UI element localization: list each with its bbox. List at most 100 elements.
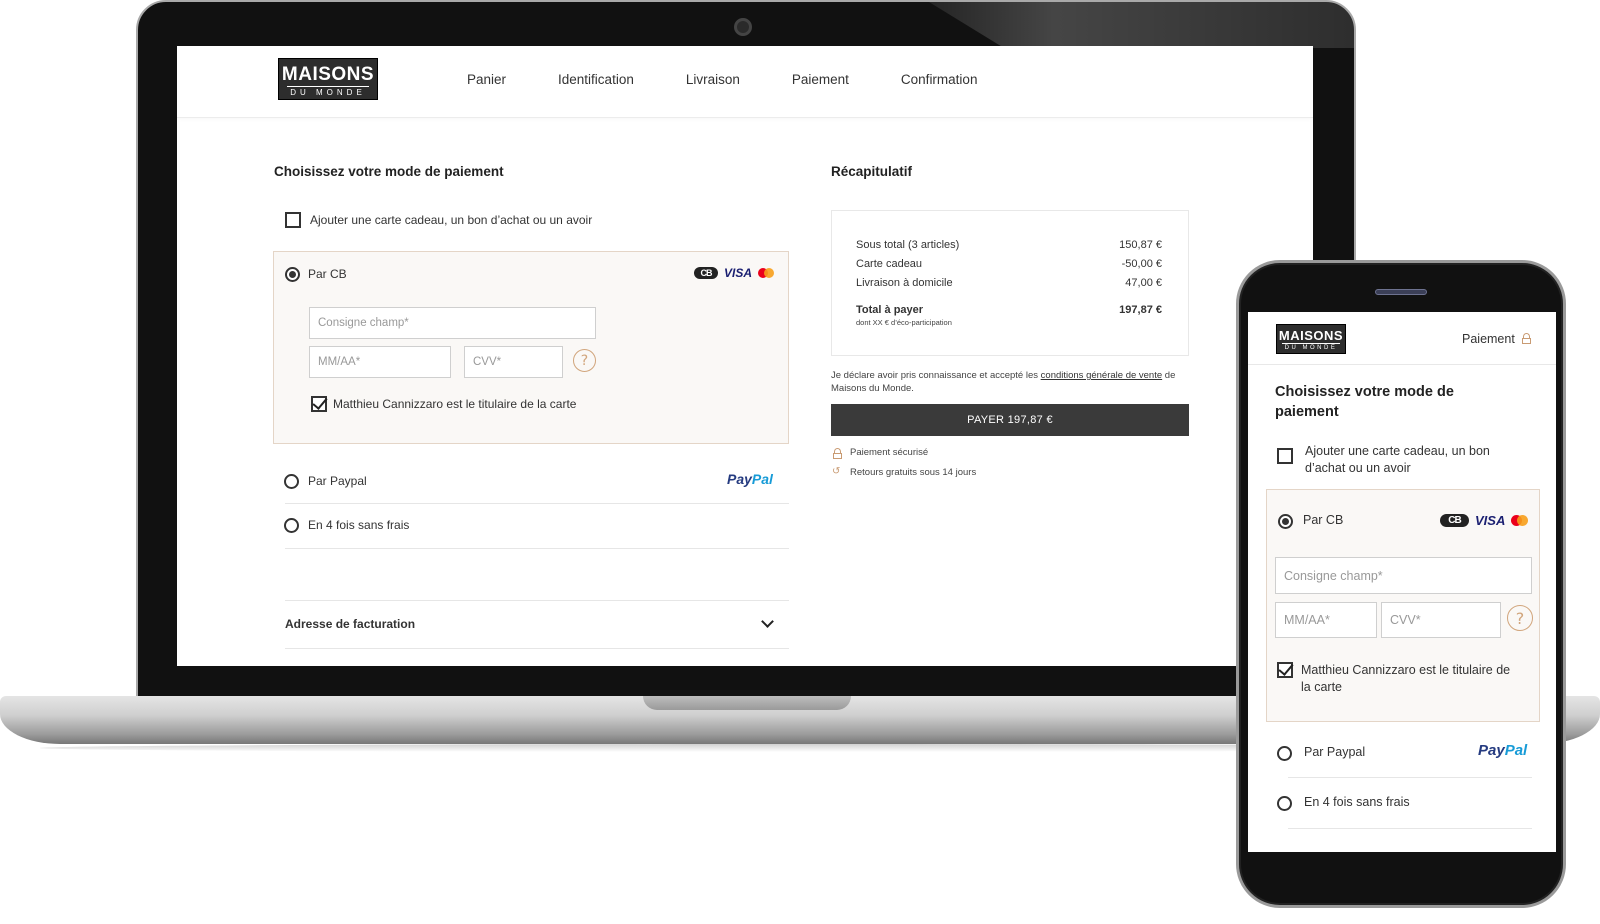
terms-link[interactable]: conditions générale de vente bbox=[1041, 370, 1162, 381]
recap-value: -50,00 € bbox=[1121, 258, 1162, 270]
card-holder-label-line2: la carte bbox=[1301, 680, 1342, 694]
free-returns-text: Retours gratuits sous 14 jours bbox=[850, 467, 977, 478]
recap-row-gift-card: Carte cadeau -50,00 € bbox=[856, 258, 1162, 270]
card-holder-checkbox[interactable] bbox=[1277, 662, 1293, 678]
recap-row-delivery: Livraison à domicile 47,00 € bbox=[856, 277, 1162, 289]
visa-card-icon: VISA bbox=[724, 266, 753, 280]
recap-value: 150,87 € bbox=[1119, 239, 1162, 251]
desktop-header: MAISONS DU MONDE Panier Identification L… bbox=[177, 46, 1313, 118]
divider bbox=[285, 600, 789, 601]
recap-value: 47,00 € bbox=[1125, 277, 1162, 289]
paypal-radio[interactable] bbox=[284, 474, 299, 489]
card-holder-checkbox[interactable] bbox=[311, 396, 327, 412]
logo-line2: DU MONDE bbox=[1282, 343, 1340, 351]
gift-card-checkbox[interactable] bbox=[285, 212, 301, 228]
mobile-step-label: Paiement bbox=[1462, 332, 1515, 346]
recap-label: Carte cadeau bbox=[856, 258, 923, 270]
cb-label: Par CB bbox=[308, 267, 347, 281]
chevron-down-icon[interactable] bbox=[761, 615, 774, 628]
divider bbox=[285, 503, 789, 504]
cvv-input[interactable]: CVV* bbox=[1381, 602, 1501, 638]
step-panier[interactable]: Panier bbox=[467, 72, 506, 87]
cb-payment-panel: Par CB CB VISA Consigne champ* MM/AA* CV… bbox=[273, 251, 789, 444]
card-number-input[interactable]: Consigne champ* bbox=[1275, 557, 1532, 594]
divider bbox=[1288, 777, 1532, 778]
help-icon[interactable]: ? bbox=[573, 349, 596, 372]
cb-radio[interactable] bbox=[285, 267, 300, 282]
recap-row-total: Total à payer 197,87 € bbox=[856, 304, 1162, 316]
recap-title: Récapitulatif bbox=[831, 164, 913, 179]
cb-radio[interactable] bbox=[1278, 514, 1293, 529]
eco-note: dont XX € d’éco-participation bbox=[856, 318, 952, 327]
gift-card-label-line1: Ajouter une carte cadeau, un bon bbox=[1305, 444, 1490, 458]
help-icon[interactable]: ? bbox=[1507, 605, 1533, 631]
four-times-radio[interactable] bbox=[284, 518, 299, 533]
expiry-input[interactable]: MM/AA* bbox=[309, 346, 451, 378]
mobile-screen: MAISONS DU MONDE Paiement Choisissez vot… bbox=[1248, 312, 1556, 852]
pay-button[interactable]: PAYER 197,87 € bbox=[831, 404, 1189, 436]
mobile-title-line2: paiement bbox=[1275, 404, 1339, 420]
divider bbox=[285, 648, 789, 649]
step-confirmation[interactable]: Confirmation bbox=[901, 72, 978, 87]
logo-line1: MAISONS bbox=[1278, 328, 1344, 343]
mastercard-icon bbox=[1511, 515, 1529, 526]
cvv-input[interactable]: CVV* bbox=[464, 346, 563, 378]
card-number-input[interactable]: Consigne champ* bbox=[309, 307, 596, 339]
logo-line2: DU MONDE bbox=[287, 86, 369, 97]
paypal-logo-icon: PayPal bbox=[727, 471, 773, 487]
billing-address-toggle[interactable]: Adresse de facturation bbox=[285, 617, 415, 631]
visa-card-icon: VISA bbox=[1475, 513, 1506, 528]
expiry-input[interactable]: MM/AA* bbox=[1275, 602, 1377, 638]
lock-body bbox=[833, 453, 842, 459]
card-holder-label: Matthieu Cannizzaro est le titulaire de … bbox=[333, 397, 577, 411]
four-times-label: En 4 fois sans frais bbox=[308, 518, 410, 532]
paypal-label: Par Paypal bbox=[308, 474, 367, 488]
step-paiement[interactable]: Paiement bbox=[792, 72, 849, 87]
laptop-notch bbox=[643, 696, 851, 710]
legal-prefix: Je déclare avoir pris connaissance et ac… bbox=[831, 370, 1039, 381]
card-logos: CB VISA bbox=[694, 266, 775, 280]
mastercard-orange-circle bbox=[764, 268, 775, 278]
gift-card-checkbox[interactable] bbox=[1277, 448, 1293, 464]
divider bbox=[1288, 828, 1532, 829]
mastercard-orange-circle bbox=[1517, 515, 1529, 526]
card-holder-label-line1: Matthieu Cannizzaro est le titulaire de bbox=[1301, 663, 1511, 677]
phone-speaker bbox=[1375, 289, 1427, 295]
card-logos: CB VISA bbox=[1440, 513, 1529, 528]
secure-payment-text: Paiement sécurisé bbox=[850, 447, 929, 458]
brand-logo[interactable]: MAISONS DU MONDE bbox=[1276, 324, 1346, 354]
paypal-logo-icon: PayPal bbox=[1478, 742, 1527, 759]
divider bbox=[285, 548, 789, 549]
paypal-logo-pal: Pal bbox=[1504, 742, 1528, 759]
mobile-title-line1: Choisissez votre mode de bbox=[1275, 384, 1454, 400]
four-times-radio[interactable] bbox=[1277, 796, 1292, 811]
payment-title: Choisissez votre mode de paiement bbox=[274, 164, 504, 179]
device-mockup: MAISONS DU MONDE Panier Identification L… bbox=[0, 0, 1600, 924]
paypal-logo-pay: Pay bbox=[727, 471, 752, 487]
checkout-steps: Panier Identification Livraison Paiement… bbox=[467, 72, 977, 87]
lock-icon bbox=[833, 448, 842, 459]
step-livraison[interactable]: Livraison bbox=[686, 72, 740, 87]
header-divider bbox=[1248, 364, 1556, 365]
cb-label: Par CB bbox=[1303, 513, 1344, 527]
camera-icon bbox=[734, 18, 752, 36]
recap-box: Sous total (3 articles) 150,87 € Carte c… bbox=[831, 210, 1189, 356]
screen-glare bbox=[929, 2, 1354, 48]
legal-text-line2: Maisons du Monde. bbox=[831, 383, 914, 394]
desktop-screen: MAISONS DU MONDE Panier Identification L… bbox=[177, 46, 1313, 666]
paypal-radio[interactable] bbox=[1277, 746, 1292, 761]
paypal-logo-pal: Pal bbox=[751, 471, 773, 487]
legal-text: Je déclare avoir pris connaissance et ac… bbox=[831, 370, 1175, 381]
recap-label: Livraison à domicile bbox=[856, 277, 953, 289]
legal-suffix: de bbox=[1164, 370, 1176, 381]
total-label: Total à payer bbox=[856, 304, 924, 316]
cb-card-icon: CB bbox=[694, 267, 718, 279]
step-identification[interactable]: Identification bbox=[558, 72, 634, 87]
logo-line1: MAISONS bbox=[281, 64, 375, 85]
brand-logo[interactable]: MAISONS DU MONDE bbox=[278, 58, 378, 100]
four-times-label: En 4 fois sans frais bbox=[1304, 795, 1410, 809]
lock-body bbox=[1522, 338, 1531, 344]
gift-card-label: Ajouter une carte cadeau, un bon d’achat… bbox=[310, 213, 593, 227]
recap-row-subtotal: Sous total (3 articles) 150,87 € bbox=[856, 239, 1162, 251]
cb-payment-panel: Par CB CB VISA Consigne champ* MM/AA* CV… bbox=[1266, 489, 1540, 722]
